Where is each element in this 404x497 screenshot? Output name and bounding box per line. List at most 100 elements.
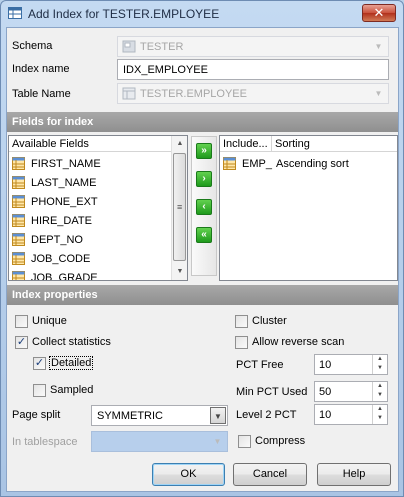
dialog-client: Schema TESTER ▼ Index name IDX_EMPLOYEE … — [6, 27, 399, 492]
table-name-combo: TESTER.EMPLOYEE ▼ — [117, 83, 389, 104]
remove-one-button[interactable]: ‹ — [196, 199, 212, 215]
level2-pct-value: 10 — [319, 409, 332, 421]
sorting-header[interactable]: Sorting — [272, 136, 397, 152]
dialog-window: Add Index for TESTER.EMPLOYEE ✕ Schema T… — [0, 0, 404, 497]
available-field-item[interactable]: HIRE_DATE — [9, 211, 171, 230]
spin-up-icon[interactable]: ▲ — [373, 405, 387, 414]
index-name-input[interactable]: IDX_EMPLOYEE — [117, 59, 389, 80]
min-pct-used-value: 50 — [319, 386, 332, 398]
sampled-label: Sampled — [50, 384, 94, 396]
ok-label: OK — [180, 468, 197, 480]
available-fields-scrollbar[interactable]: ▲ ≡ ▼ — [171, 136, 187, 280]
level2-pct-spinner[interactable]: 10 ▲ ▼ — [314, 404, 388, 425]
available-field-name: FIRST_NAME — [31, 158, 101, 170]
compress-label: Compress — [255, 435, 306, 447]
spin-down-icon[interactable]: ▼ — [373, 364, 387, 373]
field-icon — [223, 157, 236, 170]
chevron-down-icon: ▼ — [374, 89, 383, 98]
scroll-up-icon[interactable]: ▲ — [172, 136, 187, 152]
add-one-button[interactable]: › — [196, 171, 212, 187]
in-tablespace-label: In tablespace — [12, 436, 78, 448]
available-field-name: LAST_NAME — [31, 177, 97, 189]
included-header[interactable]: Include... — [220, 136, 272, 152]
allow-reverse-scan-label: Allow reverse scan — [252, 336, 345, 348]
unique-checkbox[interactable] — [15, 315, 28, 328]
schema-combo: TESTER ▼ — [117, 36, 389, 57]
table-name-value: TESTER.EMPLOYEE — [140, 88, 247, 100]
chevron-down-icon: ▼ — [213, 437, 222, 446]
available-field-name: DEPT_NO — [31, 234, 83, 246]
available-field-name: HIRE_DATE — [31, 215, 92, 227]
available-field-name: JOB_CODE — [31, 253, 91, 265]
spin-up-icon[interactable]: ▲ — [373, 355, 387, 364]
sampled-checkbox[interactable] — [33, 384, 46, 397]
available-field-item[interactable]: JOB_CODE — [9, 249, 171, 268]
page-split-label: Page split — [12, 409, 61, 421]
pct-free-spinner[interactable]: 10 ▲ ▼ — [314, 354, 388, 375]
help-label: Help — [342, 468, 366, 480]
field-icon — [12, 214, 25, 227]
grip-icon: ≡ — [177, 202, 183, 212]
table-icon — [122, 87, 136, 100]
index-name-value: IDX_EMPLOYEE — [123, 64, 208, 76]
page-split-combo[interactable]: SYMMETRIC ▼ — [91, 405, 228, 426]
available-field-item[interactable]: DEPT_NO — [9, 230, 171, 249]
available-field-item[interactable]: PHONE_EXT — [9, 192, 171, 211]
included-row[interactable]: EMP_ Ascending sort — [220, 154, 397, 173]
fields-section-header: Fields for index — [7, 112, 398, 132]
pct-free-value: 10 — [319, 359, 332, 371]
spin-down-icon[interactable]: ▼ — [373, 414, 387, 423]
available-field-item[interactable]: JOB_GRADE — [9, 268, 171, 281]
window-title: Add Index for TESTER.EMPLOYEE — [28, 7, 220, 21]
props-section-header: Index properties — [7, 285, 398, 305]
scroll-down-icon[interactable]: ▼ — [172, 264, 187, 280]
field-icon — [12, 252, 25, 265]
add-all-button[interactable]: » — [196, 143, 212, 159]
min-pct-used-spinner[interactable]: 50 ▲ ▼ — [314, 381, 388, 402]
ok-button[interactable]: OK — [152, 463, 225, 486]
min-pct-used-label: Min PCT Used — [236, 386, 308, 398]
detailed-checkbox[interactable]: ✓ — [33, 357, 46, 370]
field-icon — [12, 157, 25, 170]
unique-label: Unique — [32, 315, 67, 327]
close-button[interactable]: ✕ — [362, 4, 396, 22]
table-icon — [8, 7, 22, 19]
pct-free-label: PCT Free — [236, 359, 284, 371]
available-field-name: PHONE_EXT — [31, 196, 98, 208]
available-fields-list[interactable]: Available Fields FIRST_NAME LAST_NAME PHON… — [8, 135, 188, 281]
cancel-label: Cancel — [252, 468, 288, 480]
cluster-label: Cluster — [252, 315, 287, 327]
available-field-item[interactable]: FIRST_NAME — [9, 154, 171, 173]
cluster-checkbox[interactable] — [235, 315, 248, 328]
in-tablespace-combo: ▼ — [91, 431, 228, 452]
spin-down-icon[interactable]: ▼ — [373, 391, 387, 400]
collect-statistics-label: Collect statistics — [32, 336, 111, 348]
available-field-item[interactable]: LAST_NAME — [9, 173, 171, 192]
included-fields-list[interactable]: Include... Sorting EMP_ Ascending sort — [219, 135, 398, 281]
schema-value: TESTER — [140, 41, 184, 53]
field-icon — [12, 195, 25, 208]
pct-free-spin-buttons[interactable]: ▲ ▼ — [372, 355, 387, 374]
remove-all-button[interactable]: « — [196, 227, 212, 243]
title-bar[interactable]: Add Index for TESTER.EMPLOYEE ✕ — [1, 1, 403, 27]
level2-pct-spin-buttons[interactable]: ▲ ▼ — [372, 405, 387, 424]
level2-pct-label: Level 2 PCT — [236, 409, 297, 421]
allow-reverse-scan-checkbox[interactable] — [235, 336, 248, 349]
included-field-name: EMP_ — [242, 158, 272, 170]
table-name-label: Table Name — [12, 88, 71, 100]
chevron-down-icon[interactable]: ▼ — [210, 407, 226, 424]
available-field-name: JOB_GRADE — [31, 272, 98, 281]
collect-statistics-checkbox[interactable]: ✓ — [15, 336, 28, 349]
field-icon — [12, 176, 25, 189]
compress-checkbox[interactable] — [238, 435, 251, 448]
schema-icon — [122, 40, 136, 53]
field-icon — [12, 233, 25, 246]
spin-up-icon[interactable]: ▲ — [373, 382, 387, 391]
cancel-button[interactable]: Cancel — [233, 463, 307, 486]
help-button[interactable]: Help — [317, 463, 391, 486]
chevron-down-icon: ▼ — [374, 42, 383, 51]
field-icon — [12, 271, 25, 280]
included-field-sorting: Ascending sort — [276, 158, 349, 170]
min-pct-used-spin-buttons[interactable]: ▲ ▼ — [372, 382, 387, 401]
schema-label: Schema — [12, 40, 53, 52]
